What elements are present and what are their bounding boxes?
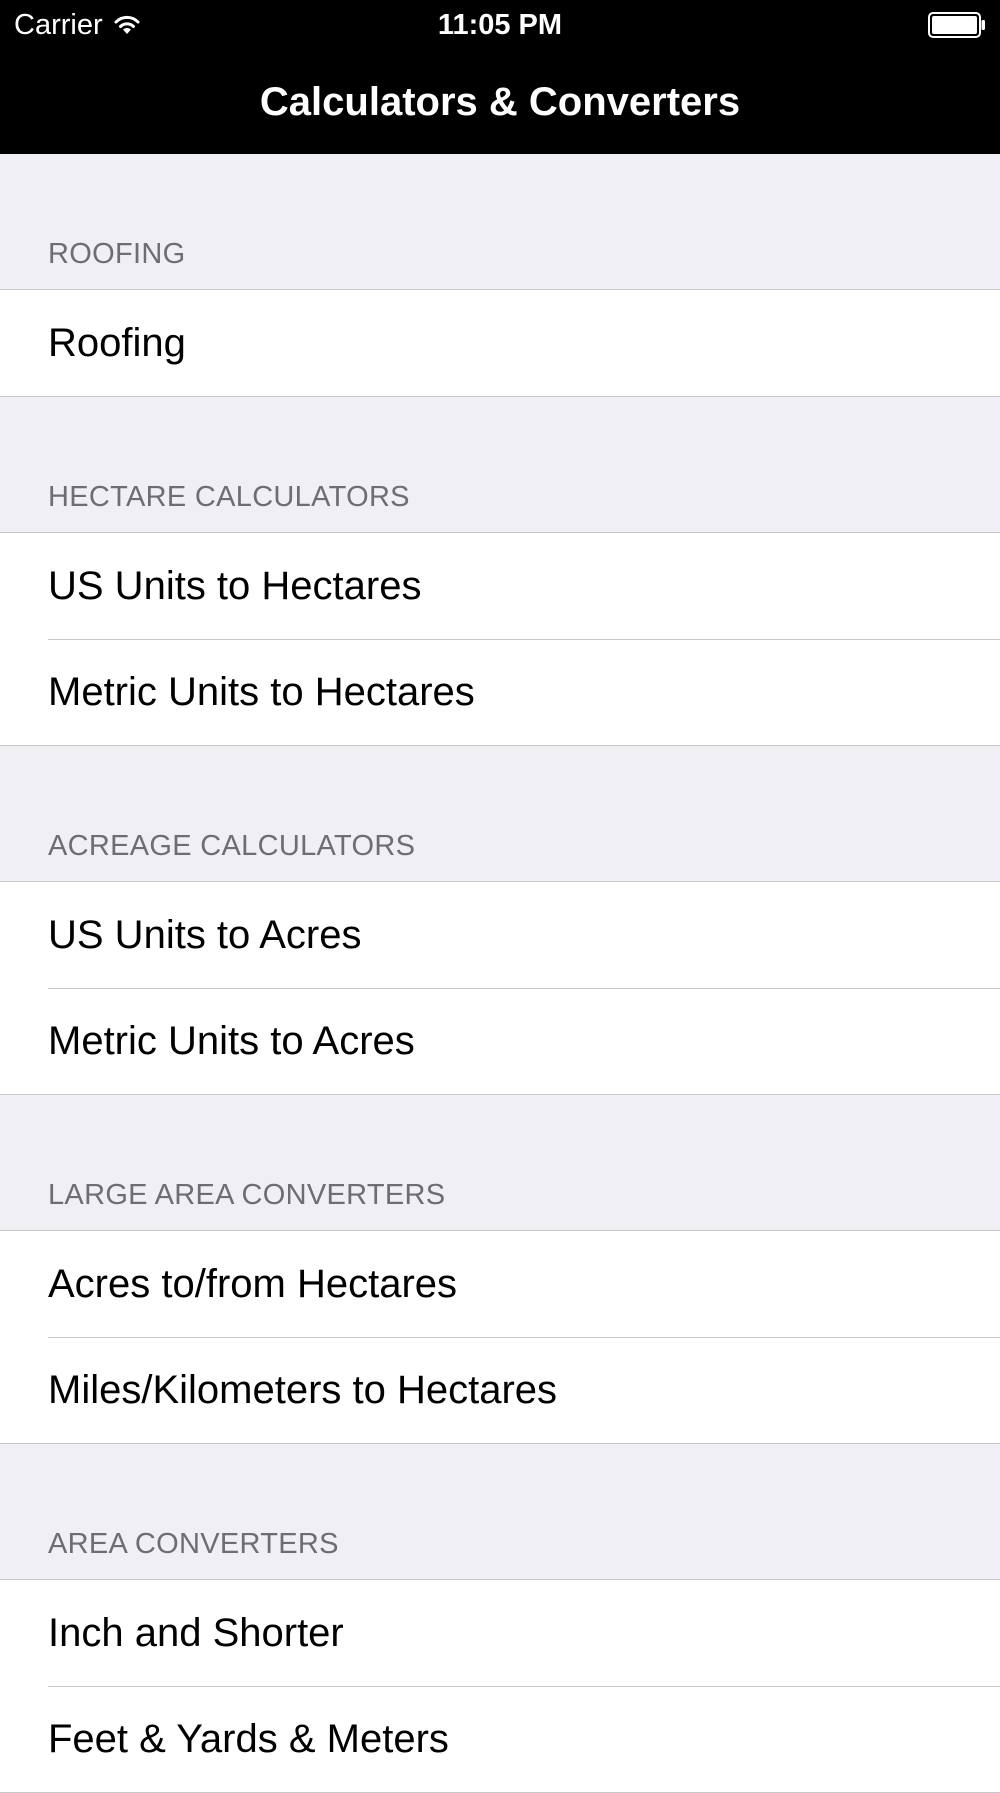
list-item-label: Metric Units to Acres (48, 1019, 415, 1063)
section-header: HECTARE CALCULATORS (0, 397, 1000, 532)
list-item-acres-to-from-hectares[interactable]: Acres to/from Hectares (0, 1231, 1000, 1337)
section-hectare-calculators: HECTARE CALCULATORS US Units to Hectares… (0, 397, 1000, 746)
section-group: US Units to Acres Metric Units to Acres (0, 881, 1000, 1095)
list-item-label: Feet & Yards & Meters (48, 1717, 449, 1761)
navigation-bar: Carrier 11:05 PM Calculators & Converter… (0, 0, 1000, 154)
section-roofing: ROOFING Roofing (0, 154, 1000, 397)
section-group: Inch and Shorter Feet & Yards & Meters (0, 1579, 1000, 1793)
section-header: AREA CONVERTERS (0, 1444, 1000, 1579)
section-acreage-calculators: ACREAGE CALCULATORS US Units to Acres Me… (0, 746, 1000, 1095)
section-area-converters: AREA CONVERTERS Inch and Shorter Feet & … (0, 1444, 1000, 1793)
status-bar: Carrier 11:05 PM (0, 0, 1000, 50)
section-group: Roofing (0, 289, 1000, 397)
status-time: 11:05 PM (437, 9, 563, 41)
section-header-label: ROOFING (48, 238, 186, 270)
page-title: Calculators & Converters (259, 80, 741, 124)
section-header: ROOFING (0, 154, 1000, 289)
list-item-label: Acres to/from Hectares (48, 1262, 458, 1306)
list-item-metric-units-to-acres[interactable]: Metric Units to Acres (0, 988, 1000, 1094)
battery-icon (928, 12, 986, 38)
section-group: US Units to Hectares Metric Units to Hec… (0, 532, 1000, 746)
list-item-label: Miles/Kilometers to Hectares (48, 1368, 558, 1412)
list-item-miles-kilometers-to-hectares[interactable]: Miles/Kilometers to Hectares (0, 1337, 1000, 1443)
list-item-metric-units-to-hectares[interactable]: Metric Units to Hectares (0, 639, 1000, 745)
list-item-roofing[interactable]: Roofing (0, 290, 1000, 396)
section-group: Acres to/from Hectares Miles/Kilometers … (0, 1230, 1000, 1444)
list-item-label: Roofing (48, 321, 186, 365)
section-header: LARGE AREA CONVERTERS (0, 1095, 1000, 1230)
section-header-label: ACREAGE CALCULATORS (48, 830, 416, 862)
section-header-label: AREA CONVERTERS (48, 1528, 339, 1560)
section-header-label: LARGE AREA CONVERTERS (48, 1179, 446, 1211)
table-view[interactable]: ROOFING Roofing HECTARE CALCULATORS US U… (0, 154, 1000, 1793)
list-item-label: US Units to Acres (48, 913, 362, 957)
list-item-label: US Units to Hectares (48, 564, 422, 608)
section-header: ACREAGE CALCULATORS (0, 746, 1000, 881)
list-item-label: Metric Units to Hectares (48, 670, 475, 714)
list-item-inch-and-shorter[interactable]: Inch and Shorter (0, 1580, 1000, 1686)
section-header-label: HECTARE CALCULATORS (48, 481, 410, 513)
list-item-us-units-to-hectares[interactable]: US Units to Hectares (0, 533, 1000, 639)
list-item-label: Inch and Shorter (48, 1611, 344, 1655)
list-item-feet-yards-meters[interactable]: Feet & Yards & Meters (0, 1686, 1000, 1792)
section-large-area-converters: LARGE AREA CONVERTERS Acres to/from Hect… (0, 1095, 1000, 1444)
list-item-us-units-to-acres[interactable]: US Units to Acres (0, 882, 1000, 988)
